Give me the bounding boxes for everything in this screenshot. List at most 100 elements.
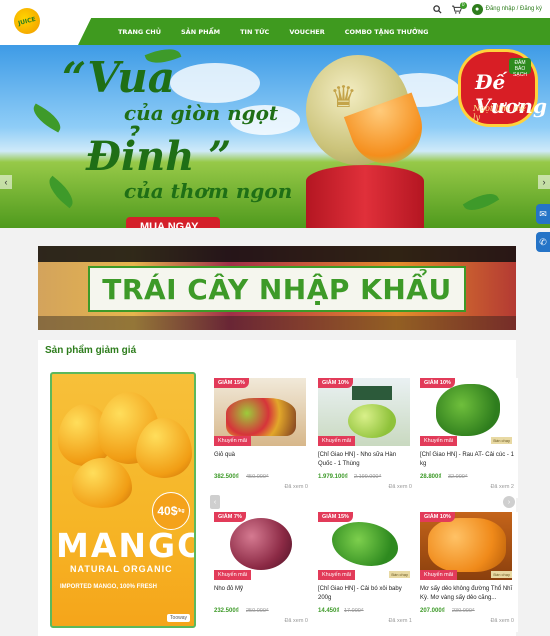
messenger-float-button[interactable]: ✉	[536, 204, 550, 224]
promo-label: Khuyến mãi	[420, 436, 458, 446]
discount-badge: GIẢM 10%	[420, 512, 455, 522]
product-old-price: 32.000₫	[448, 474, 468, 480]
product-views: Đã xem 1	[388, 618, 412, 624]
mango-brand: Tooway	[167, 614, 190, 622]
nav-home[interactable]: TRANG CHỦ	[118, 28, 161, 36]
product-views: Đã xem 0	[284, 618, 308, 624]
mango-price-badge: 40$/kg	[152, 492, 190, 530]
spinach	[332, 522, 398, 566]
red-grapes	[230, 518, 292, 570]
leaf-decor	[462, 187, 500, 217]
product-name[interactable]: Giỏ quà	[214, 451, 308, 460]
mango-name: MANGO	[56, 526, 196, 565]
mango-subtitle: NATURAL ORGANIC	[70, 564, 173, 574]
product-views: Đã xem 0	[388, 484, 412, 490]
cloud	[170, 63, 260, 103]
product-card[interactable]: GIẢM 15% Khuyến mãi Bán chạy [Chỉ Giao H…	[316, 512, 416, 632]
cart-count-badge: 0	[459, 1, 467, 9]
product-card[interactable]: GIẢM 10% Khuyến mãi Bán chạy Mơ sấy dẻo …	[418, 512, 518, 632]
green-grapes	[348, 404, 396, 438]
logo[interactable]: JUICE	[14, 8, 40, 34]
promo-label: Khuyến mãi	[214, 436, 252, 446]
section-title: Sản phẩm giảm giá	[45, 345, 137, 356]
mango-fruit	[136, 418, 192, 478]
discount-badge: GIẢM 15%	[214, 378, 249, 388]
login-label: Đăng nhập / Đăng ký	[485, 6, 542, 12]
login-link[interactable]: ● Đăng nhập / Đăng ký	[471, 3, 542, 15]
products-next-arrow[interactable]: ›	[503, 496, 515, 508]
hero-banner[interactable]: “Vua của giòn ngọt Đỉnh ” của thơm ngon …	[0, 45, 550, 228]
phone-float-button[interactable]: ✆	[536, 232, 550, 252]
banner-line-2: của giòn ngọt	[124, 101, 279, 125]
crown-icon: ♛	[330, 81, 357, 114]
product-name[interactable]: [Chỉ Giao HN] - Rau AT- Cải cúc - 1 kg	[420, 451, 514, 469]
banner-line-3: Đỉnh ”	[86, 133, 232, 180]
page: 0 ● Đăng nhập / Đăng ký JUICE TRANG CHỦ …	[0, 0, 550, 636]
promo-label: Khuyến mãi	[318, 436, 356, 446]
banner-line-1: “Vua	[62, 53, 175, 102]
bestseller-tag: Bán chạy	[491, 571, 512, 578]
discount-products-section: Sản phẩm giảm giá 40$/kg MANGO NATURAL O…	[38, 340, 518, 636]
banner-next-arrow[interactable]: ›	[538, 175, 550, 189]
product-name[interactable]: [Chỉ Giao HN] - Nho sữa Hàn Quốc - 1 Thù…	[318, 451, 412, 469]
discount-badge: GIẢM 10%	[420, 378, 455, 388]
mango-price: 40$	[157, 504, 178, 518]
product-card[interactable]: GIẢM 10% Khuyến mãi Bán chạy [Chỉ Giao H…	[418, 378, 518, 498]
leaf-decor	[28, 103, 66, 133]
product-price: 28.800₫	[420, 474, 442, 480]
product-price: 1.979.100₫	[318, 474, 348, 480]
product-views: Đã xem 0	[490, 618, 514, 624]
nav-combo[interactable]: COMBO TẶNG THƯỞNG	[345, 28, 429, 36]
product-price: 207.000₫	[420, 608, 445, 614]
product-name[interactable]: Mơ sấy dẻo không đường Thổ Nhĩ Kỳ. Mơ và…	[420, 585, 514, 603]
buy-now-button[interactable]: MUA NGAY	[126, 217, 220, 228]
promo-label: Khuyến mãi	[420, 570, 458, 580]
product-card[interactable]: GIẢM 15% Khuyến mãi Giỏ quà 382.500₫ 450…	[212, 378, 312, 498]
product-price: 232.500₫	[214, 608, 239, 614]
mango-fruit	[72, 458, 132, 508]
products-prev-arrow[interactable]: ‹	[210, 495, 220, 509]
product-old-price: 250.000₫	[246, 608, 269, 614]
mango-price-unit: /kg	[177, 508, 185, 514]
product-name[interactable]: Nho đỏ Mỹ	[214, 585, 308, 594]
category-banner-box: TRÁI CÂY NHẬP KHẨU	[88, 266, 466, 312]
pedestal-image	[306, 165, 424, 228]
brand-badge: ĐẢM BẢO SẠCH Đế Vương Ngọt lịm, mê ly	[458, 49, 547, 127]
brand-badge-tagline: Ngọt lịm, mê ly	[473, 104, 526, 122]
nav-products[interactable]: SẢN PHẨM	[181, 28, 220, 36]
product-old-price: 2.199.000₫	[354, 474, 382, 480]
leaf-decor	[43, 175, 79, 209]
dried-apricots	[428, 518, 506, 572]
category-banner-title: TRÁI CÂY NHẬP KHẨU	[102, 272, 452, 306]
user-icon: ●	[471, 3, 483, 15]
product-views: Đã xem 0	[284, 484, 308, 490]
discount-badge: GIẢM 10%	[318, 378, 353, 388]
product-price: 382.500₫	[214, 474, 239, 480]
mango-promo-image[interactable]: 40$/kg MANGO NATURAL ORGANIC IMPORTED MA…	[50, 372, 196, 628]
category-banner[interactable]: TRÁI CÂY NHẬP KHẨU	[38, 246, 516, 330]
promo-label: Khuyến mãi	[214, 570, 252, 580]
product-price: 14.450₫	[318, 608, 340, 614]
bestseller-tag: Bán chạy	[491, 437, 512, 444]
product-name[interactable]: [Chỉ Giao HN] - Cải bó xôi baby 200g	[318, 585, 412, 603]
grape-box	[352, 386, 392, 400]
product-card[interactable]: GIẢM 10% Khuyến mãi [Chỉ Giao HN] - Nho …	[316, 378, 416, 498]
product-old-price: 450.000₫	[246, 474, 269, 480]
nav-news[interactable]: TIN TỨC	[240, 28, 269, 36]
top-actions: 0 ● Đăng nhập / Đăng ký	[432, 1, 542, 16]
product-views: Đã xem 2	[490, 484, 514, 490]
nav-voucher[interactable]: VOUCHER	[289, 28, 324, 36]
banner-prev-arrow[interactable]: ‹	[0, 175, 12, 189]
leafy-greens	[436, 384, 500, 436]
mango-headline: IMPORTED MANGO, 100% FRESH	[60, 584, 158, 590]
banner-line-4: của thơm ngon	[124, 179, 293, 203]
discount-badge: GIẢM 7%	[214, 512, 246, 522]
product-old-price: 17.000₫	[344, 608, 364, 614]
promo-label: Khuyến mãi	[318, 570, 356, 580]
cart-icon[interactable]: 0	[451, 1, 467, 14]
product-old-price: 230.000₫	[452, 608, 475, 614]
search-icon[interactable]	[432, 4, 442, 14]
product-card[interactable]: GIẢM 7% Khuyến mãi Nho đỏ Mỹ 232.500₫ 25…	[212, 512, 312, 632]
bestseller-tag: Bán chạy	[389, 571, 410, 578]
gift-basket	[226, 398, 296, 436]
